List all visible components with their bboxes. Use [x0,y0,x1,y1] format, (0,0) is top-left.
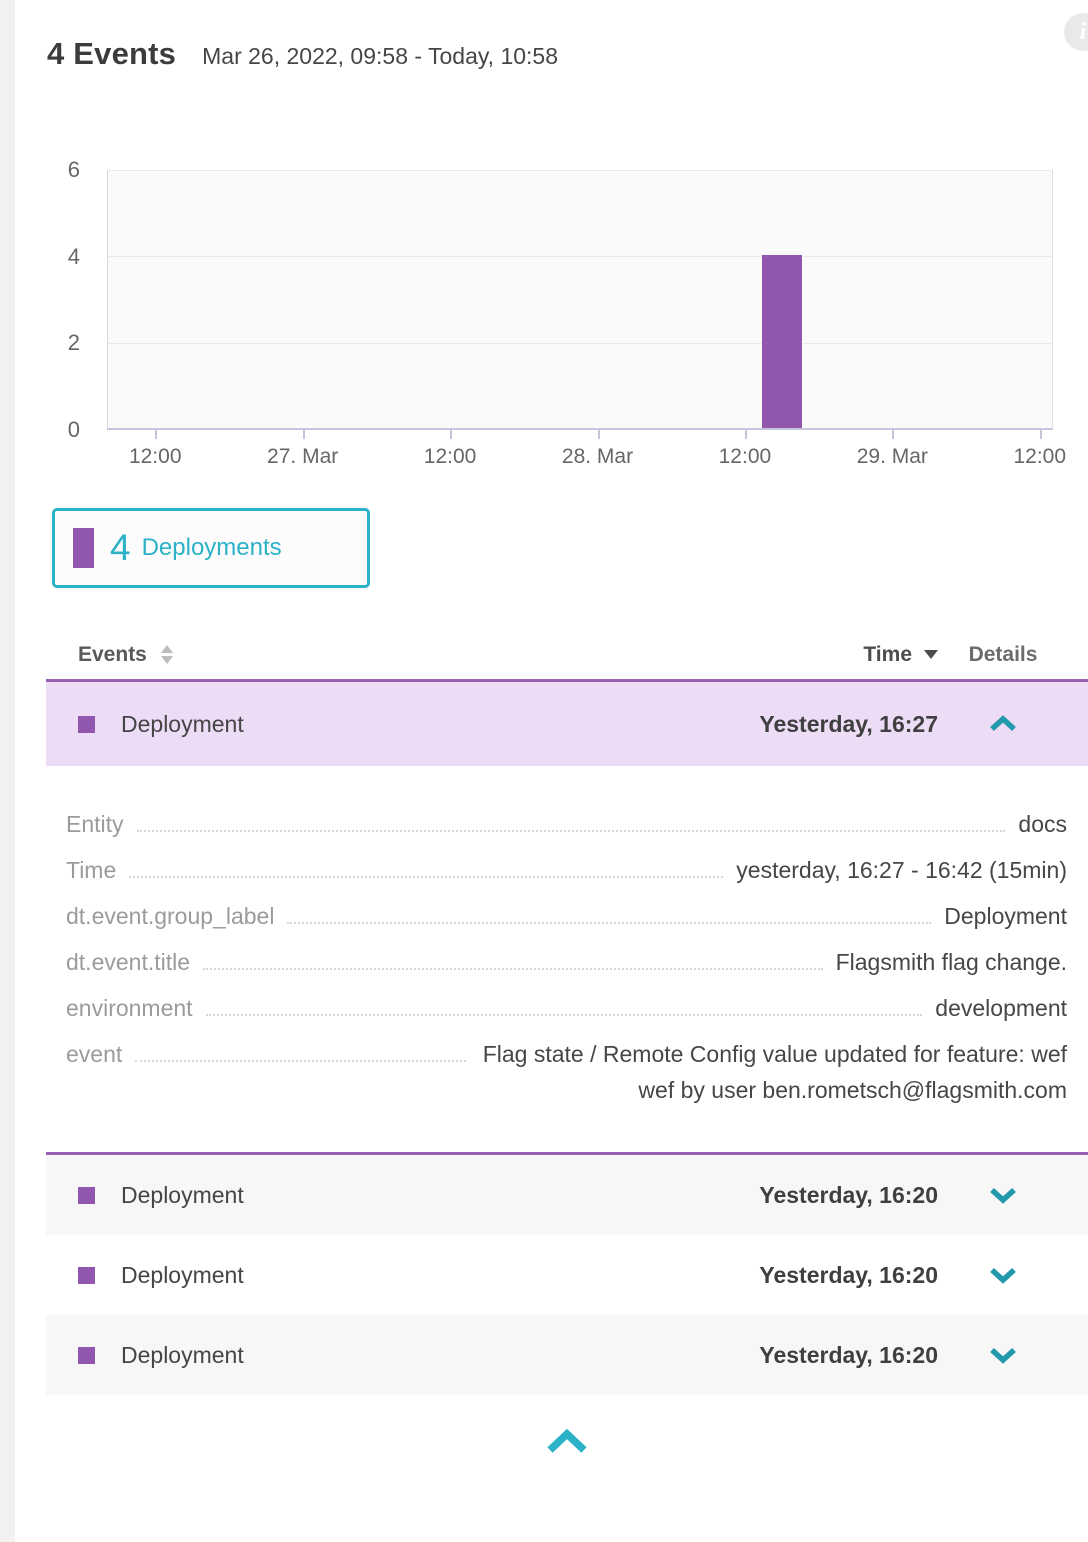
detail-value: docs [1018,806,1067,842]
chevron-up-icon [988,715,1018,733]
x-axis-tick-label: 28. Mar [528,445,668,469]
events-bar-chart: 0 2 4 6 12:00 27. Mar 12:00 28. Mar 12:00 29. Mar… [0,0,1088,500]
event-detail-panel: Entity docs Time yesterday, 16:27 - 16:4… [46,766,1088,1152]
x-axis-tick [450,428,452,439]
detail-row: Entity docs [66,806,1067,842]
detail-value: Flag state / Remote Config value updated… [479,1036,1067,1108]
table-row-expanded[interactable]: Deployment Yesterday, 16:27 [46,682,1088,766]
event-type-label: Deployment [121,1182,244,1209]
detail-value: Flagsmith flag change. [836,944,1067,980]
legend-label: Deployments [142,534,282,562]
event-time-label: Yesterday, 16:20 [759,1182,938,1209]
deployment-marker-icon [78,1347,95,1364]
column-header-events[interactable]: Events [78,643,863,667]
collapse-section [46,1429,1088,1458]
x-axis-tick-label: 12:00 [380,445,520,469]
dotted-leader [137,806,1006,832]
chevron-down-icon [988,1186,1018,1204]
y-axis-tick-label: 0 [30,417,80,443]
gridline [108,256,1052,257]
legend-count: 4 [110,527,131,569]
column-header-details: Details [938,643,1068,667]
row-details-cell[interactable] [938,1346,1068,1364]
x-axis-tick-label: 12:00 [85,445,225,469]
table-row[interactable]: Deployment Yesterday, 16:20 [46,1315,1088,1395]
row-main-cell: Deployment [78,1182,759,1209]
event-time-label: Yesterday, 16:20 [759,1262,938,1289]
x-axis-tick [892,428,894,439]
dotted-leader [129,852,723,878]
detail-row: environment development [66,990,1067,1026]
row-main-cell: Deployment [78,1262,759,1289]
chevron-up-icon [544,1429,590,1455]
sort-down-triangle-icon [161,656,173,664]
detail-row: Time yesterday, 16:27 - 16:42 (15min) [66,852,1067,888]
chart-plot-area [107,170,1053,430]
detail-label: Time [66,852,116,888]
gridline [108,170,1052,171]
event-time-label: Yesterday, 16:20 [759,1342,938,1369]
detail-label: Entity [66,806,124,842]
x-axis-tick [745,428,747,439]
deployment-marker-icon [78,1187,95,1204]
row-details-cell[interactable] [938,715,1068,733]
table-header: Events Time Details [46,630,1088,679]
x-axis-tick-label: 27. Mar [233,445,373,469]
detail-row: dt.event.group_label Deployment [66,898,1067,934]
x-axis-tick-label: 12:00 [970,445,1088,469]
chevron-down-filled-icon [924,650,938,659]
dotted-leader [203,944,823,970]
x-axis-tick [598,428,600,439]
collapse-panel-button[interactable] [544,1429,590,1458]
x-axis-tick-label: 29. Mar [822,445,962,469]
detail-value: development [935,990,1067,1026]
row-details-cell[interactable] [938,1266,1068,1284]
chart-bar-deployments[interactable] [762,255,802,428]
y-axis-tick-label: 2 [30,330,80,356]
row-details-cell[interactable] [938,1186,1068,1204]
event-type-label: Deployment [121,1262,244,1289]
detail-label: dt.event.group_label [66,898,274,934]
time-header-label: Time [863,643,912,667]
x-axis-tick [155,428,157,439]
deployment-marker-icon [78,1267,95,1284]
y-axis-tick-label: 4 [30,244,80,270]
detail-value: Deployment [944,898,1067,934]
detail-value: yesterday, 16:27 - 16:42 (15min) [736,852,1067,888]
legend-deployments[interactable]: 4 Deployments [52,508,370,588]
event-type-label: Deployment [121,711,244,738]
events-table: Events Time Details Deployment Yesterday… [46,630,1088,1458]
sort-icon [161,645,173,664]
table-row[interactable]: Deployment Yesterday, 16:20 [46,1155,1088,1235]
deployment-marker-icon [78,716,95,733]
detail-label: event [66,1036,122,1072]
sort-up-triangle-icon [161,645,173,653]
row-main-cell: Deployment [78,1342,759,1369]
dotted-leader [135,1036,466,1062]
detail-label: dt.event.title [66,944,190,980]
detail-label: environment [66,990,193,1026]
event-type-label: Deployment [121,1342,244,1369]
gridline [108,343,1052,344]
x-axis-tick [303,428,305,439]
y-axis-tick-label: 6 [30,157,80,183]
chevron-down-icon [988,1346,1018,1364]
row-main-cell: Deployment [78,711,759,738]
page-left-gutter [0,0,15,1542]
x-axis-tick-label: 12:00 [675,445,815,469]
dotted-leader [206,990,923,1016]
detail-row: event Flag state / Remote Config value u… [66,1036,1067,1108]
info-icon-glyph: i [1080,19,1087,46]
expanded-event-group: Deployment Yesterday, 16:27 Entity docs … [46,679,1088,1155]
event-time-label: Yesterday, 16:27 [759,711,938,738]
deployments-swatch-icon [73,528,94,568]
dotted-leader [287,898,931,924]
events-header-label: Events [78,643,147,667]
column-header-time[interactable]: Time [863,643,938,667]
detail-row: dt.event.title Flagsmith flag change. [66,944,1067,980]
chevron-down-icon [988,1266,1018,1284]
x-axis-tick [1040,428,1042,439]
table-row[interactable]: Deployment Yesterday, 16:20 [46,1235,1088,1315]
